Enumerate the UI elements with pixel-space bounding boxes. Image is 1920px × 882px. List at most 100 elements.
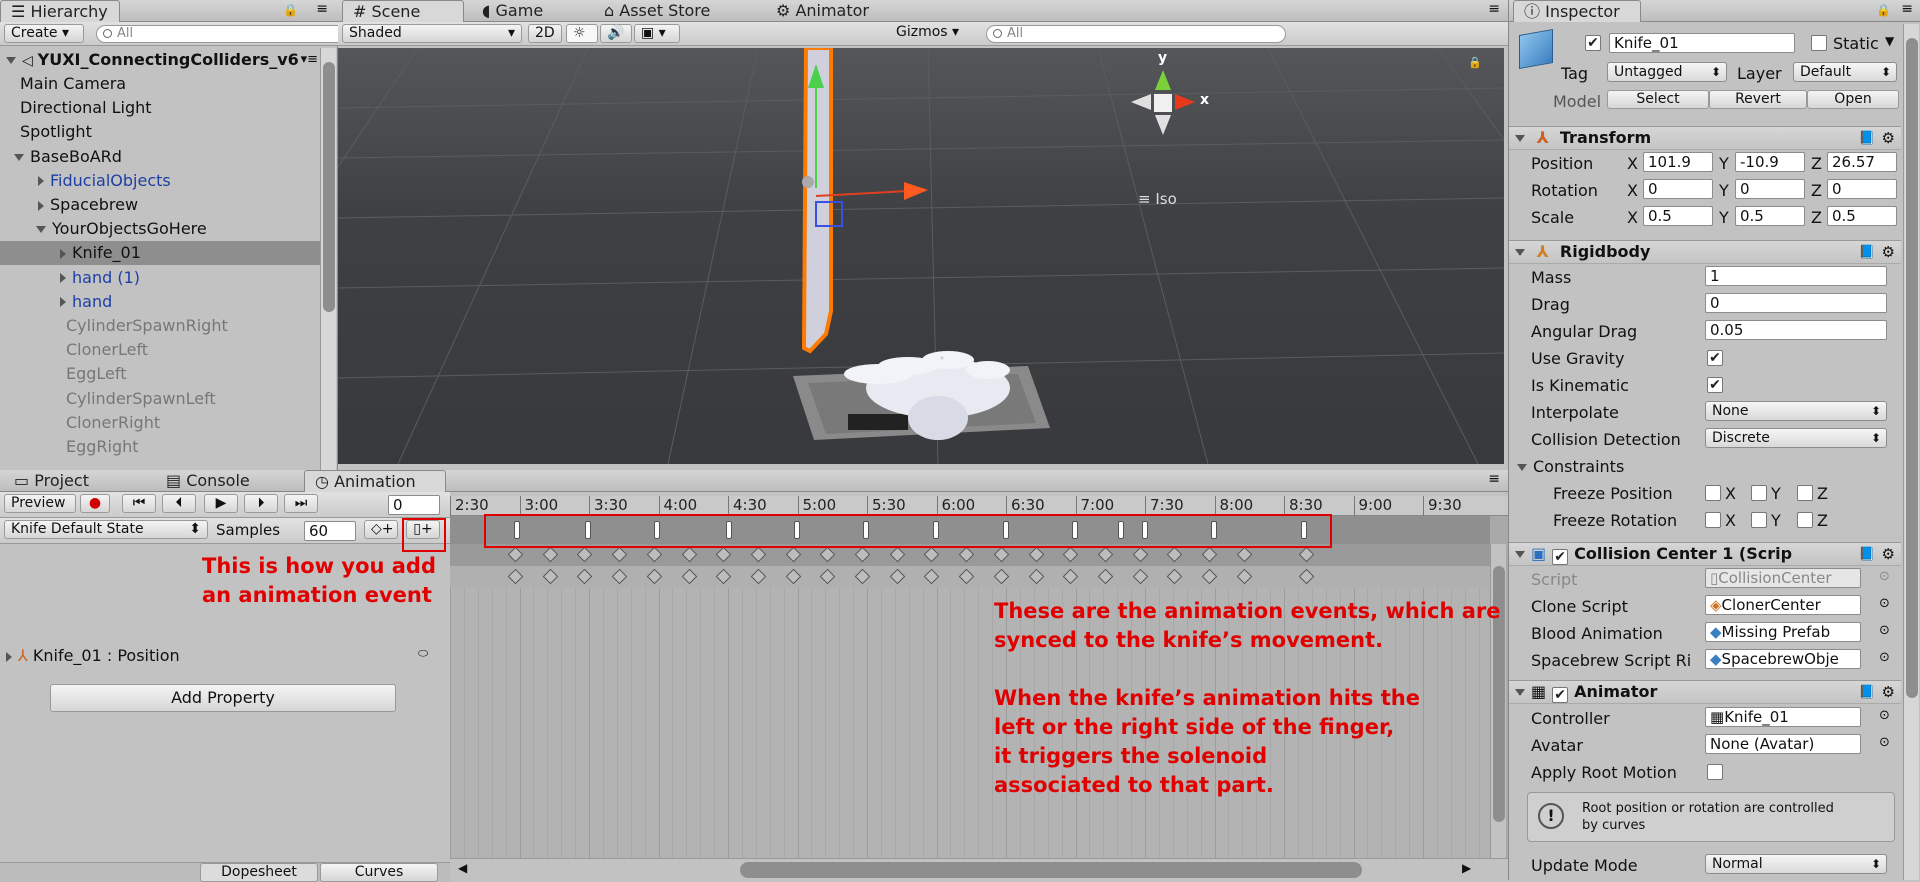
keyframe-diamond[interactable]: [958, 568, 975, 585]
gear-icon[interactable]: ⚙: [1882, 241, 1895, 263]
keyframe-diamond[interactable]: [681, 546, 697, 563]
hierarchy-item[interactable]: Knife_01: [0, 241, 320, 266]
scene-root[interactable]: ◁ YUXI_ConnectingColliders_v6 ▾≡: [6, 48, 324, 72]
create-button[interactable]: Create ▾: [4, 24, 84, 43]
tab-scene[interactable]: # Scene: [342, 0, 464, 22]
keyframe-diamond[interactable]: [1062, 546, 1079, 563]
keyframe-diamond[interactable]: [1028, 546, 1044, 563]
tab-console[interactable]: ▤ Console: [156, 470, 260, 492]
add-keyframe-button[interactable]: ◇+: [364, 520, 398, 539]
lock-icon[interactable]: 🔒: [283, 3, 298, 17]
scroll-right-icon[interactable]: ▶: [1462, 861, 1471, 875]
keyframe-diamond[interactable]: [993, 568, 1010, 585]
keyframe-diamond[interactable]: [1236, 546, 1252, 563]
tab-animator[interactable]: ⚙ Animator: [766, 0, 879, 22]
keyframe-diamond[interactable]: [1298, 568, 1315, 585]
keyframe-diamond[interactable]: [507, 568, 524, 585]
keyframe-diamond[interactable]: [924, 546, 940, 563]
transform-header[interactable]: ⅄ Transform 📘 ⚙: [1509, 126, 1901, 150]
transform-position-y-field[interactable]: -10.9: [1735, 152, 1805, 172]
keyframe-diamond[interactable]: [681, 568, 697, 585]
menu-icon[interactable]: ≡: [316, 1, 328, 17]
next-keyframe-button[interactable]: ⏵: [244, 494, 278, 513]
hierarchy-item[interactable]: EggRight: [0, 435, 320, 459]
transform-scale-y-field[interactable]: 0.5: [1735, 206, 1805, 226]
tab-game[interactable]: ◖ Game: [472, 0, 553, 22]
keyframe-diamond[interactable]: [750, 568, 767, 585]
keyframe-diamond[interactable]: [889, 568, 905, 585]
model-open-button[interactable]: Open: [1807, 90, 1899, 109]
keyframe-diamond[interactable]: [924, 568, 940, 585]
inspector-scrollbar[interactable]: [1903, 24, 1919, 880]
keyframe-diamond[interactable]: [1201, 546, 1218, 563]
keyframe-diamond[interactable]: [820, 546, 836, 563]
hierarchy-item[interactable]: EggLeft: [0, 362, 320, 386]
keyframe-diamond[interactable]: [507, 546, 524, 563]
keyframe-diamond[interactable]: [542, 546, 558, 563]
tag-dropdown[interactable]: Untagged: [1607, 62, 1727, 82]
expand-arrow-icon[interactable]: [6, 651, 12, 662]
hierarchy-item[interactable]: FiducialObjects: [0, 169, 320, 193]
expand-arrow-icon[interactable]: [60, 297, 66, 308]
keyframe-diamond[interactable]: [750, 546, 767, 563]
keyframe-diamond[interactable]: [958, 546, 975, 563]
expand-arrow-icon[interactable]: [60, 248, 66, 259]
keyframe-diamond[interactable]: [785, 546, 801, 563]
is-kinematic-checkbox[interactable]: ✔: [1707, 377, 1723, 393]
tab-asset-store[interactable]: ⌂ Asset Store: [594, 0, 720, 22]
hierarchy-scrollbar[interactable]: [320, 48, 336, 472]
hierarchy-item[interactable]: CylinderSpawnRight: [0, 314, 320, 338]
keyframe-diamond[interactable]: [993, 546, 1010, 563]
update-mode-dropdown[interactable]: Normal: [1705, 854, 1887, 874]
transform-position-z-field[interactable]: 26.57: [1827, 152, 1897, 172]
gear-icon[interactable]: ⚙: [1882, 543, 1895, 565]
curves-tab[interactable]: Curves: [320, 863, 438, 882]
scrollbar-thumb[interactable]: [1906, 38, 1918, 698]
fold-arrow-icon[interactable]: [1515, 135, 1525, 142]
axis-y-label[interactable]: Y: [1719, 208, 1729, 227]
collision-center-header[interactable]: ▣ ✔ Collision Center 1 (Scrip 📘 ⚙: [1509, 542, 1901, 566]
expand-arrow-icon[interactable]: [60, 273, 66, 284]
clone-script-field[interactable]: ◈ClonerCenter: [1705, 595, 1861, 615]
2d-toggle[interactable]: 2D: [528, 24, 562, 43]
hierarchy-item[interactable]: Spacebrew: [0, 193, 320, 217]
static-dropdown-icon[interactable]: ▼: [1885, 34, 1894, 48]
gear-icon[interactable]: ⚙: [1882, 127, 1895, 149]
keyframe-diamond[interactable]: [889, 546, 905, 563]
scrollbar-thumb[interactable]: [323, 62, 335, 312]
gear-icon[interactable]: ⚙: [1882, 681, 1895, 703]
transform-rotation-z-field[interactable]: 0: [1827, 179, 1897, 199]
menu-icon[interactable]: ≡: [1488, 471, 1500, 487]
apply-root-motion-checkbox[interactable]: [1707, 764, 1723, 780]
transform-rotation-y-field[interactable]: 0: [1735, 179, 1805, 199]
keyframe-diamond[interactable]: [1097, 546, 1114, 563]
projection-label[interactable]: ≡ Iso: [1138, 190, 1177, 208]
transform-position-x-field[interactable]: 101.9: [1643, 152, 1713, 172]
help-icon[interactable]: 📘: [1859, 242, 1875, 264]
constraints-label[interactable]: Constraints: [1517, 457, 1624, 476]
keyframe-diamond[interactable]: [646, 546, 663, 563]
avatar-field[interactable]: None (Avatar): [1705, 734, 1861, 754]
scroll-left-icon[interactable]: ◀: [458, 861, 467, 875]
scene-search-input[interactable]: All: [986, 25, 1286, 43]
play-button[interactable]: ▶: [204, 494, 238, 513]
freeze-rot-z-checkbox[interactable]: [1797, 512, 1813, 528]
gizmos-dropdown[interactable]: Gizmos ▾: [890, 24, 970, 43]
expand-arrow-icon[interactable]: [38, 200, 44, 211]
keyframe-diamond[interactable]: [1062, 568, 1079, 585]
axis-x-label[interactable]: X: [1627, 181, 1638, 200]
model-select-button[interactable]: Select: [1607, 90, 1709, 109]
first-keyframe-button[interactable]: ⏮: [122, 494, 156, 513]
fold-arrow-icon[interactable]: [1515, 551, 1525, 558]
axis-y-label[interactable]: Y: [1719, 181, 1729, 200]
expand-arrow-icon[interactable]: [14, 153, 24, 161]
help-icon[interactable]: 📘: [1859, 682, 1875, 704]
keyframe-diamond[interactable]: [611, 568, 628, 585]
menu-icon[interactable]: ≡: [1901, 1, 1913, 17]
collision-detection-dropdown[interactable]: Discrete: [1705, 428, 1887, 448]
axis-z-label[interactable]: Z: [1811, 181, 1822, 200]
add-property-button[interactable]: Add Property: [50, 684, 396, 712]
expand-arrow-icon[interactable]: [36, 226, 46, 234]
keyframe-diamond[interactable]: [1167, 546, 1183, 563]
shading-dropdown[interactable]: Shaded ▾: [342, 24, 522, 43]
